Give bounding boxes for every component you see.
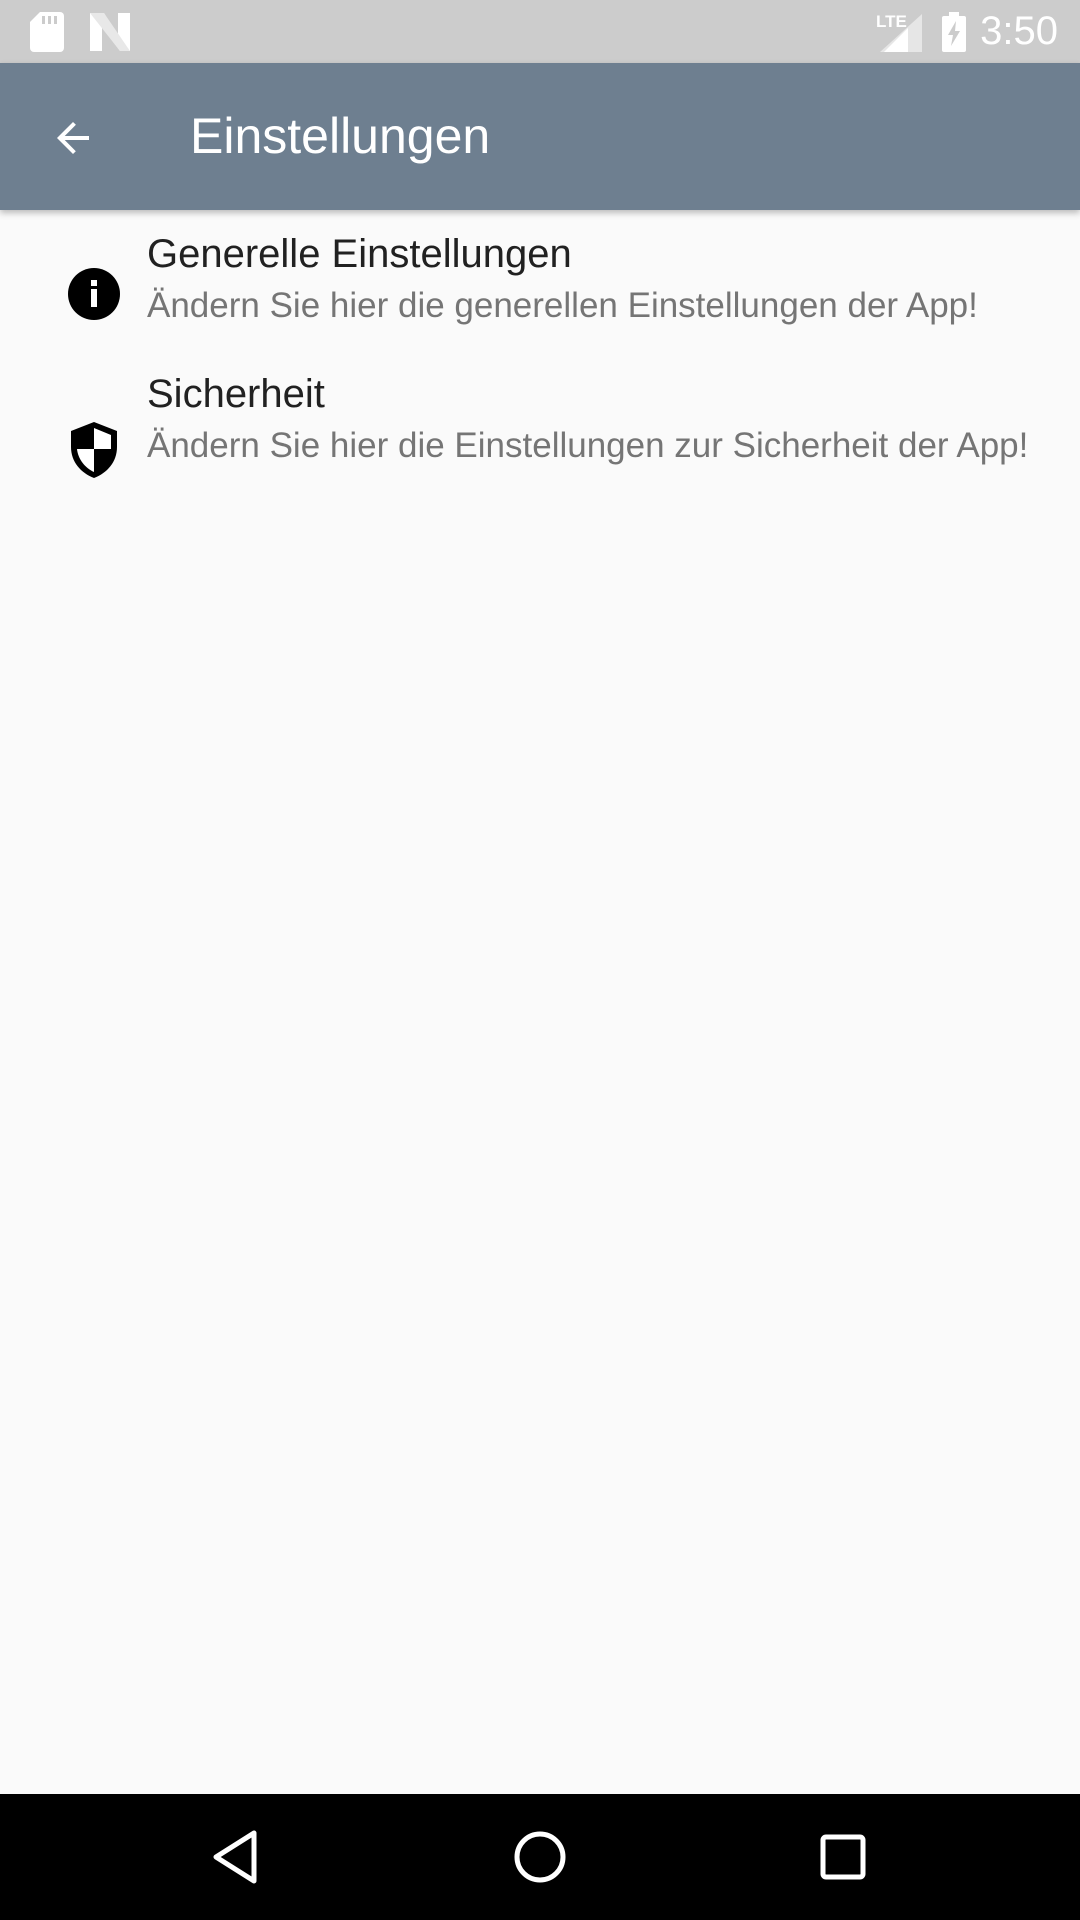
preference-summary: Ändern Sie hier die Einstellungen zur Si… bbox=[147, 426, 1029, 465]
back-triangle-icon bbox=[213, 1830, 257, 1884]
preference-title: Generelle Einstellungen bbox=[147, 232, 572, 276]
home-circle-icon bbox=[514, 1831, 566, 1883]
arrow-back-icon bbox=[57, 122, 89, 154]
info-icon bbox=[66, 266, 122, 322]
page-title: Einstellungen bbox=[190, 108, 491, 164]
settings-screen: LTE 3:50 Einstellungen Generelle Einstel… bbox=[0, 0, 1080, 1920]
nav-recents-button[interactable] bbox=[798, 1812, 888, 1902]
preference-title: Sicherheit bbox=[147, 372, 325, 416]
back-button[interactable] bbox=[28, 93, 118, 183]
nav-back-button[interactable] bbox=[190, 1812, 280, 1902]
navigation-bar bbox=[0, 1794, 1080, 1920]
preference-summary: Ändern Sie hier die generellen Einstellu… bbox=[147, 286, 978, 325]
preference-security[interactable]: Sicherheit Ändern Sie hier die Einstellu… bbox=[0, 370, 1080, 540]
sd-card-icon bbox=[30, 12, 64, 52]
battery-charging-icon bbox=[942, 12, 966, 52]
status-time: 3:50 bbox=[980, 9, 1058, 53]
recents-square-icon bbox=[820, 1834, 866, 1880]
nav-home-button[interactable] bbox=[495, 1812, 585, 1902]
shield-icon bbox=[66, 422, 122, 478]
n-logo-icon bbox=[90, 13, 130, 51]
preference-list: Generelle Einstellungen Ändern Sie hier … bbox=[0, 210, 1080, 1794]
preference-general-settings[interactable]: Generelle Einstellungen Ändern Sie hier … bbox=[0, 230, 1080, 358]
status-bar: LTE 3:50 bbox=[0, 0, 1080, 63]
app-bar: Einstellungen bbox=[0, 63, 1080, 210]
